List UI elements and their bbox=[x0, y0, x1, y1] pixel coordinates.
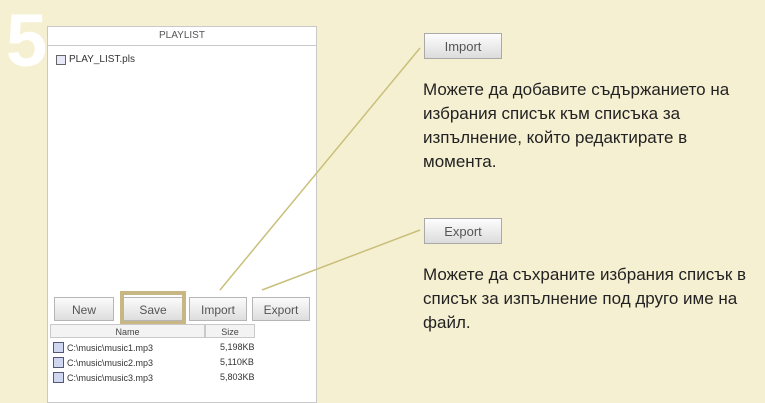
import-connector-line bbox=[219, 47, 421, 291]
callout-connectors bbox=[219, 47, 421, 291]
export-connector-line bbox=[261, 229, 421, 291]
step-number: 5 bbox=[6, 0, 48, 82]
